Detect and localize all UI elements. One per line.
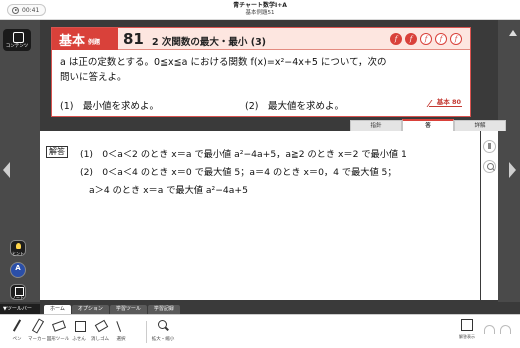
reference-link[interactable]: 基本 80 — [428, 96, 462, 107]
problem-header: 基本 例題 81 2 次関数の最大・最小 (3) f f f f f — [52, 28, 470, 50]
sticky-note-label: ふせん — [72, 337, 86, 342]
select-label: 選択 — [116, 337, 126, 342]
answer-display-icon — [461, 319, 473, 331]
redo-icon[interactable] — [500, 325, 511, 334]
difficulty-mark-icon: f — [420, 33, 432, 45]
marker-label: マーカー — [28, 337, 46, 342]
book-title: 青チャート数学Ⅰ+A — [233, 2, 287, 9]
next-page-arrow-icon[interactable] — [509, 162, 516, 178]
toolbar-tabs: ホーム オプション 学習ツール 学習記録 — [44, 305, 180, 314]
tab-hint[interactable]: 指針 — [350, 120, 402, 131]
sticky-note-icon — [73, 319, 86, 333]
answer-tabs: 指針 答 詳解 — [350, 119, 506, 131]
zoom-tool[interactable]: 拡大・縮小 — [150, 319, 176, 342]
answer-display-label: 解答表示 — [459, 334, 475, 339]
note-icon[interactable]: ノート — [10, 284, 26, 300]
right-sidebar — [498, 20, 520, 302]
difficulty-rating: f f f f f — [390, 33, 462, 45]
answer-line-2: (2) 0＜a＜4 のとき x＝0 で最大値 5；a＝4 のとき x＝0，4 で… — [80, 167, 397, 178]
undo-icon[interactable] — [484, 325, 495, 334]
problem-number: 81 — [123, 30, 144, 48]
search-icon[interactable] — [483, 160, 496, 173]
select-tool[interactable]: 選択 — [108, 319, 134, 342]
toolbar-toggle[interactable]: ▼ツールバー — [0, 304, 40, 314]
tab-detail[interactable]: 詳解 — [454, 120, 506, 131]
question-2: (2) 最大値を求めよ。 — [245, 101, 344, 112]
pen-icon — [11, 319, 23, 333]
tab-answer[interactable]: 答 — [402, 119, 454, 131]
difficulty-mark-icon: f — [390, 33, 402, 45]
zoom-icon — [157, 319, 169, 333]
toolbar-tab-home[interactable]: ホーム — [44, 305, 71, 314]
answer-panel: 解答 (1) 0＜a＜2 のとき x＝a で最小値 a²−4a+5，a≧2 のと… — [40, 131, 480, 300]
prev-page-arrow-icon[interactable] — [3, 162, 10, 178]
collapse-up-icon[interactable] — [509, 30, 517, 36]
left-sidebar — [0, 20, 40, 302]
problem-category-tag: 基本 例題 — [52, 28, 118, 50]
answer-line-3: a＞4 のとき x＝a で最大値 a²−4a+5 — [89, 185, 248, 196]
contents-button[interactable]: コンテンツ — [3, 29, 31, 51]
bottom-toolbar: ペン マーカー 図形ツール ふせん 消しゴム 選択 拡大・縮小 解答表示 — [0, 314, 520, 348]
category-label: 基本 — [59, 33, 86, 49]
answer-display-button[interactable]: 解答表示 — [457, 319, 477, 340]
hint-bulb-icon[interactable]: ヒント — [10, 240, 26, 256]
category-suffix: 例題 — [88, 38, 101, 46]
answer-button[interactable] — [10, 262, 26, 278]
toolbar-tab-study-tools[interactable]: 学習ツール — [109, 305, 147, 314]
panel-side-tools — [481, 131, 498, 300]
problem-statement: a は正の定数とする。0≦x≦a における関数 f(x)=x²−4x+5 につい… — [60, 55, 464, 85]
problem-text-line: 問いに答えよ。 — [60, 72, 127, 83]
toolbar-tab-options[interactable]: オプション — [71, 305, 109, 314]
answer-line-1: (1) 0＜a＜2 のとき x＝a で最小値 a²−4a+5，a≧2 のとき x… — [80, 149, 407, 160]
select-icon — [115, 319, 127, 333]
problem-text-line: a は正の定数とする。0≦x≦a における関数 f(x)=x²−4x+5 につい… — [60, 57, 387, 68]
difficulty-mark-icon: f — [450, 33, 462, 45]
marker-icon — [31, 319, 43, 333]
eraser-icon — [94, 319, 106, 333]
eraser-label: 消しゴム — [91, 337, 109, 342]
problem-title: 2 次関数の最大・最小 (3) — [152, 37, 267, 48]
difficulty-mark-icon: f — [405, 33, 417, 45]
toolbar-tab-study-log[interactable]: 学習記録 — [147, 305, 180, 314]
toolbar-divider — [146, 321, 147, 343]
page-subtitle: 基本例題51 — [245, 10, 275, 16]
difficulty-mark-icon: f — [435, 33, 447, 45]
ruler-icon — [52, 319, 64, 333]
zoom-label: 拡大・縮小 — [151, 337, 175, 342]
question-1: (1) 最小値を求めよ。 — [60, 101, 159, 112]
problem-card: 基本 例題 81 2 次関数の最大・最小 (3) f f f f f a は正の… — [51, 27, 471, 117]
pen-label: ペン — [12, 337, 22, 342]
answer-label: 解答 — [46, 146, 68, 158]
pin-icon[interactable] — [483, 140, 496, 153]
top-bar: 00:41 青チャート数学Ⅰ+A 基本例題51 — [0, 0, 520, 20]
